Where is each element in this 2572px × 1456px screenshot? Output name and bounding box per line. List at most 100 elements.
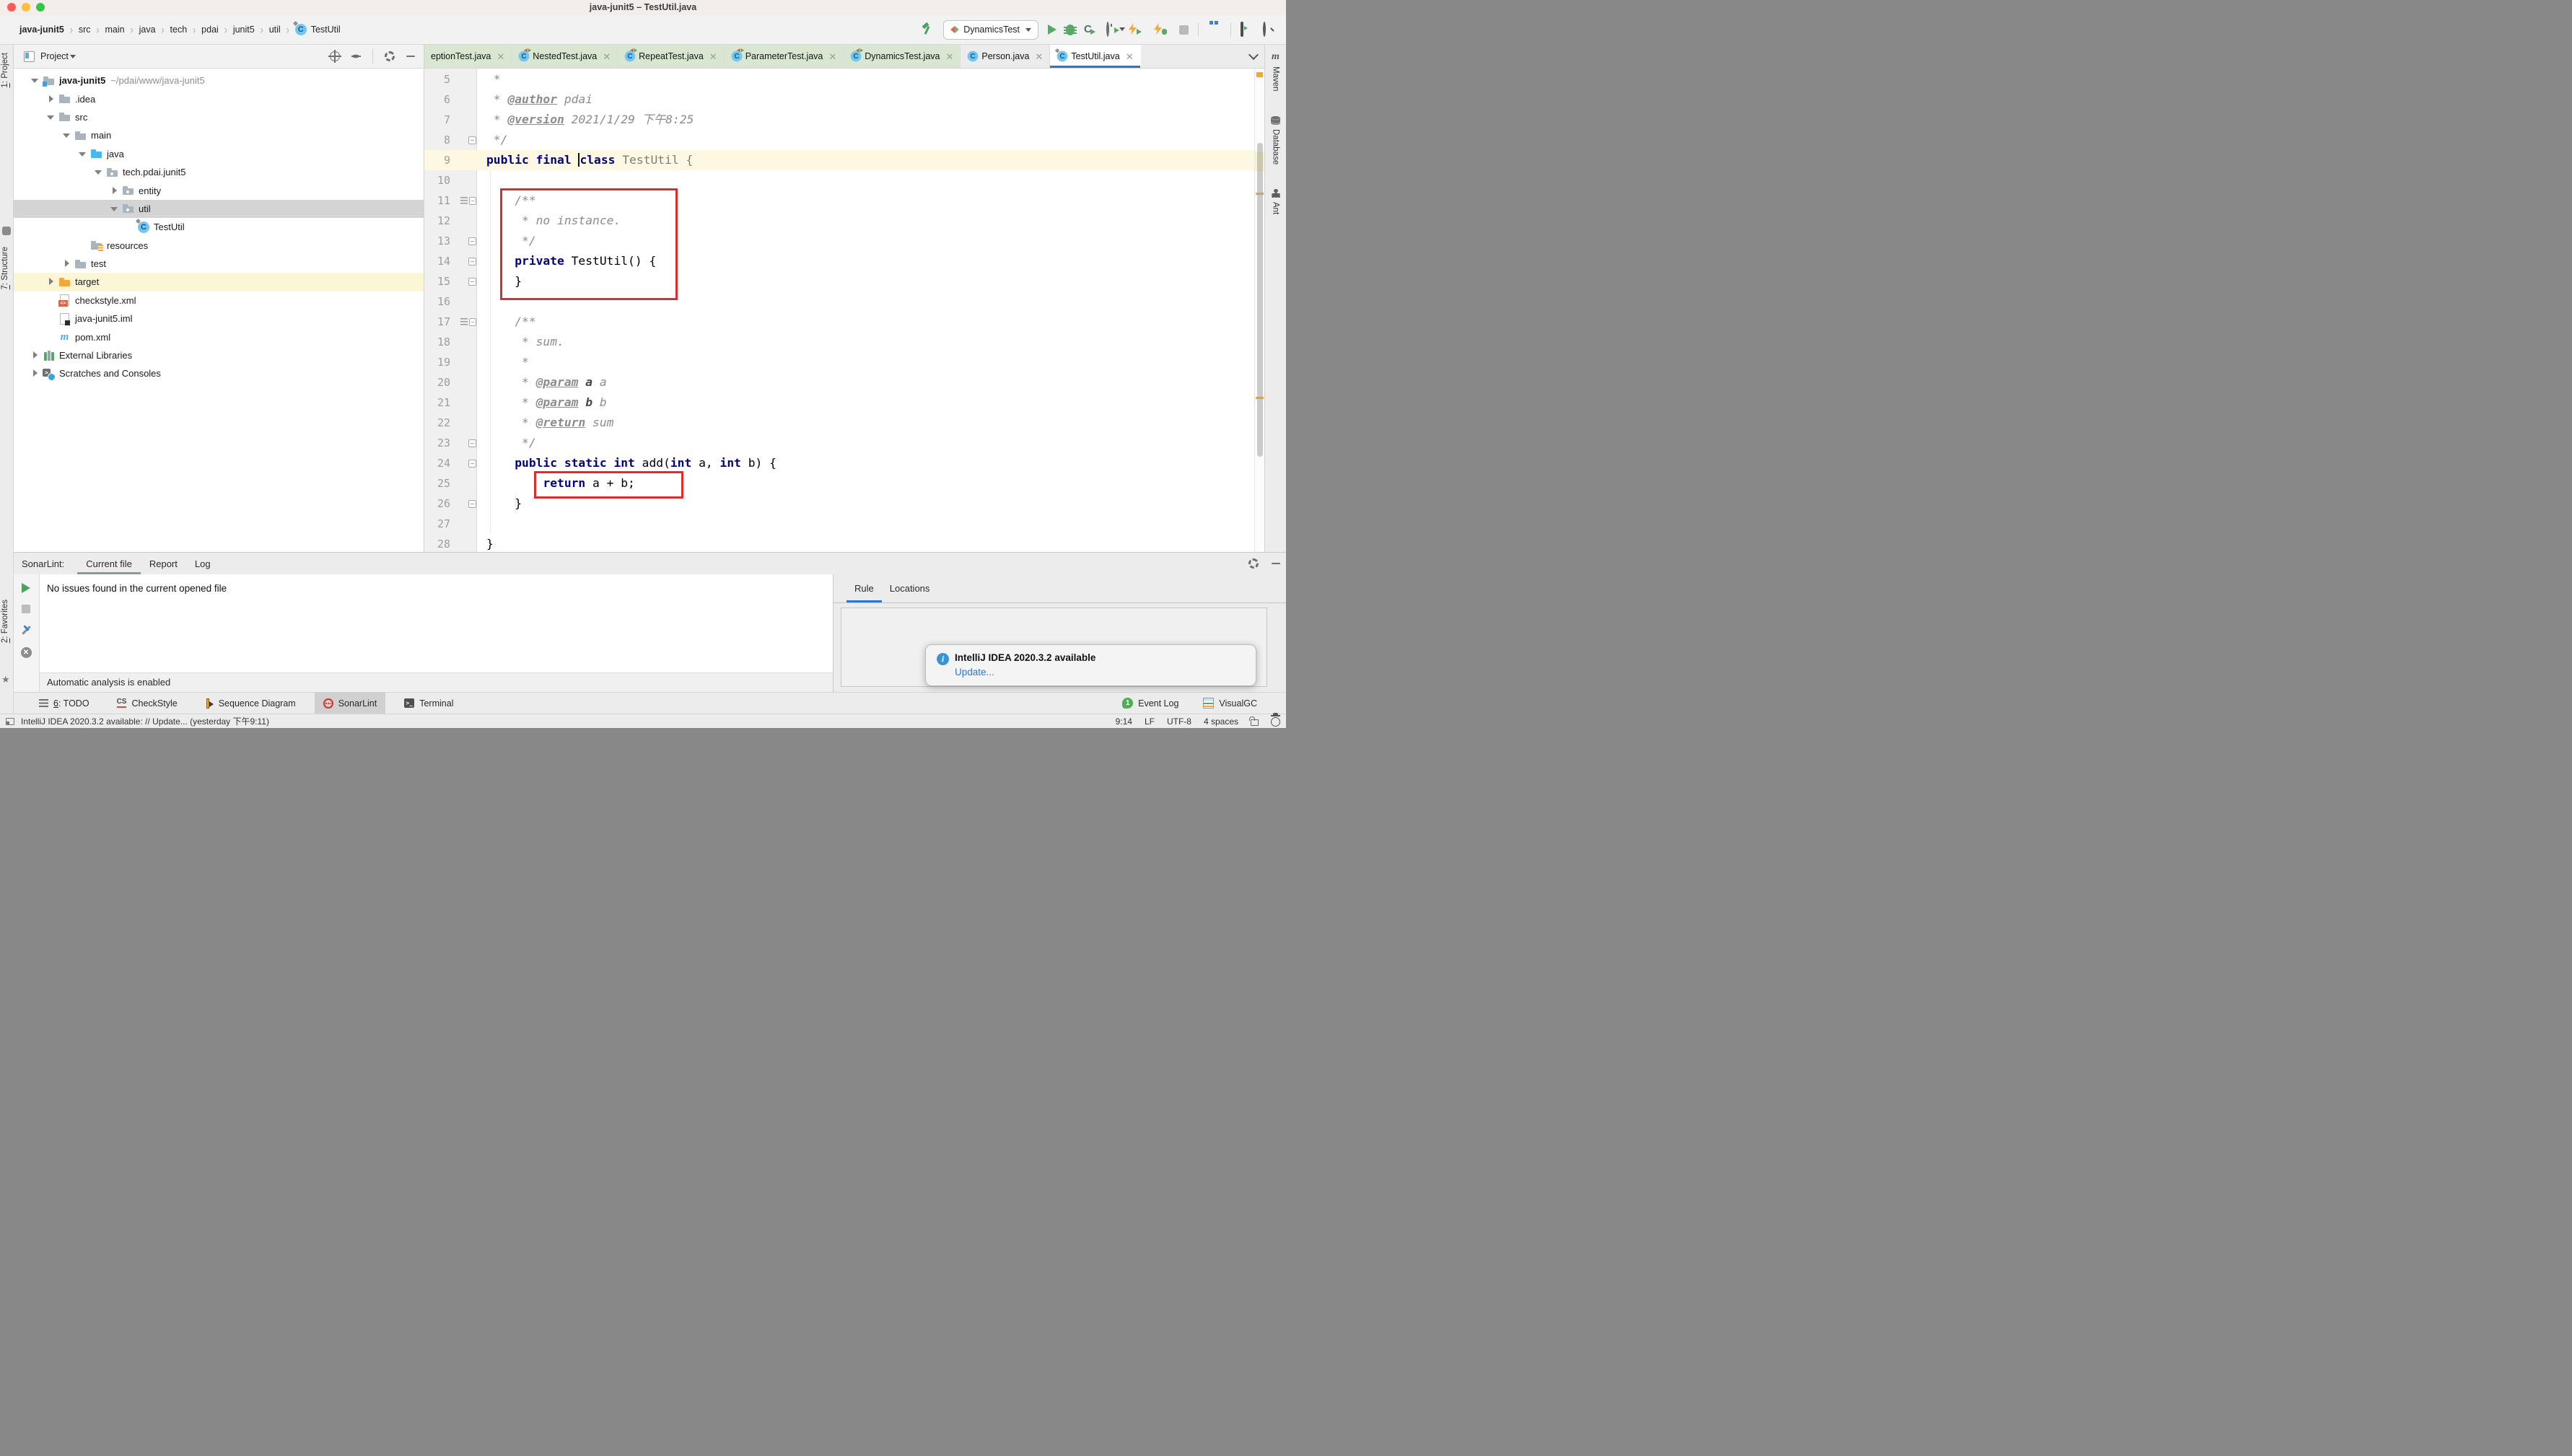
gear-icon[interactable] — [1248, 558, 1259, 569]
line-number[interactable]: 24 — [424, 453, 460, 473]
tree-expand-arrow[interactable] — [62, 259, 71, 268]
close-tab-icon[interactable]: ✕ — [1126, 52, 1134, 61]
project-structure-icon[interactable] — [1208, 23, 1221, 36]
close-window-button[interactable] — [7, 3, 16, 12]
tree-row-java[interactable]: java — [14, 145, 424, 163]
tab-report[interactable]: Report — [141, 553, 186, 574]
stop-analysis-icon[interactable] — [22, 605, 30, 613]
readonly-lock-icon[interactable] — [1251, 719, 1259, 726]
indent-setting[interactable]: 4 spaces — [1204, 716, 1238, 727]
tree-row-tech-pdai-junit5[interactable]: tech.pdai.junit5 — [14, 163, 424, 181]
tool-window-switcher-icon[interactable] — [6, 718, 14, 725]
editor-tab-repeattest-java[interactable]: CRepeatTest.java✕ — [618, 45, 725, 68]
tree-expand-arrow[interactable] — [30, 369, 40, 378]
close-tab-icon[interactable]: ✕ — [945, 52, 953, 61]
tree-row--idea[interactable]: .idea — [14, 89, 424, 108]
line-number[interactable]: 8 — [424, 130, 460, 150]
breadcrumb-item[interactable]: java — [139, 25, 156, 35]
minimize-window-button[interactable] — [22, 3, 30, 12]
close-tab-icon[interactable]: ✕ — [497, 52, 504, 61]
run-configuration-select[interactable]: DynamicsTest — [943, 20, 1038, 40]
stripe-favorites-button[interactable]: 2: Favorites — [1, 600, 9, 643]
code-line[interactable]: 8 */ — [424, 130, 1254, 150]
line-number[interactable]: 20 — [424, 372, 460, 392]
code-line[interactable]: 20 * @param a a — [424, 372, 1254, 392]
tab-locations[interactable]: Locations — [882, 574, 938, 602]
editor-tab-eptiontest-java[interactable]: eptionTest.java✕ — [424, 45, 512, 68]
line-number[interactable]: 26 — [424, 494, 460, 514]
code-line[interactable]: 21 * @param b b — [424, 392, 1254, 413]
breadcrumb-item[interactable]: junit5 — [233, 25, 255, 35]
breadcrumb-item[interactable]: tech — [170, 25, 188, 35]
code-line[interactable]: 7 * @version 2021/1/29 下午8:25 — [424, 110, 1254, 130]
toolwindow-button-visualgc[interactable]: VisualGC — [1194, 693, 1266, 714]
line-number[interactable]: 12 — [424, 211, 460, 231]
tree-row-checkstyle-xml[interactable]: <>checkstyle.xml — [14, 291, 424, 310]
doc-comment-icon[interactable] — [460, 318, 468, 325]
fold-marker-icon[interactable] — [468, 460, 476, 468]
line-number[interactable]: 18 — [424, 332, 460, 352]
tab-log[interactable]: Log — [186, 553, 219, 574]
line-number[interactable]: 9 — [424, 150, 460, 170]
doc-comment-icon[interactable] — [460, 197, 468, 204]
status-message[interactable]: IntelliJ IDEA 2020.3.2 available: // Upd… — [21, 715, 269, 727]
tree-expand-arrow[interactable] — [62, 131, 71, 140]
code-line[interactable]: 19 * — [424, 352, 1254, 372]
chevron-down-icon[interactable] — [70, 55, 76, 61]
run-anything-icon[interactable] — [1241, 23, 1254, 36]
code-line[interactable]: 18 * sum. — [424, 332, 1254, 352]
line-number[interactable]: 13 — [424, 231, 460, 251]
stripe-ant-button[interactable]: Ant — [1271, 189, 1281, 214]
editor-tab-parametertest-java[interactable]: CParameterTest.java✕ — [725, 45, 844, 68]
scrollbar-thumb[interactable] — [1257, 143, 1263, 457]
tree-expand-arrow[interactable] — [78, 149, 87, 159]
run-with-coverage-button[interactable]: C — [1084, 23, 1097, 36]
code-line[interactable]: 22 * @return sum — [424, 413, 1254, 433]
tree-row-scratches-and-consoles[interactable]: >Scratches and Consoles — [14, 364, 424, 382]
line-separator[interactable]: LF — [1145, 716, 1155, 727]
tree-expand-arrow[interactable] — [94, 167, 103, 177]
tree-row-test[interactable]: test — [14, 255, 424, 273]
tree-row-pom-xml[interactable]: mpom.xml — [14, 328, 424, 346]
fold-marker-icon[interactable] — [468, 237, 476, 245]
line-number[interactable]: 15 — [424, 271, 460, 291]
analyze-play-icon[interactable] — [22, 583, 30, 593]
code-line[interactable]: 10 — [424, 170, 1254, 190]
tree-row-testutil[interactable]: CTestUtil — [14, 218, 424, 236]
tree-row-target[interactable]: target — [14, 273, 424, 291]
line-number[interactable]: 6 — [424, 89, 460, 110]
line-number[interactable]: 23 — [424, 433, 460, 453]
fold-marker-icon[interactable] — [468, 500, 476, 508]
zoom-window-button[interactable] — [36, 3, 45, 12]
close-tab-icon[interactable]: ✕ — [603, 52, 611, 61]
tab-current-file[interactable]: Current file — [77, 553, 141, 574]
line-number[interactable]: 10 — [424, 170, 460, 190]
toolwindow-button-sonarlint[interactable]: SonarLint — [315, 693, 386, 714]
project-view-selector[interactable]: Project — [40, 51, 69, 61]
breadcrumb-item[interactable]: java-junit5 — [19, 25, 64, 35]
structure-tool-icon[interactable] — [2, 227, 11, 235]
favorites-star-icon[interactable]: ★ — [1, 674, 10, 685]
clear-icon[interactable]: ✕ — [21, 647, 32, 658]
file-encoding[interactable]: UTF-8 — [1167, 716, 1191, 727]
hidden-tabs-chevron[interactable] — [1243, 45, 1264, 68]
code-line[interactable]: 17 /** — [424, 312, 1254, 332]
select-opened-file-icon[interactable] — [330, 51, 340, 61]
code-line[interactable]: 5 * — [424, 69, 1254, 89]
line-number[interactable]: 28 — [424, 534, 460, 552]
close-tab-icon[interactable]: ✕ — [828, 52, 836, 61]
code-line[interactable]: 9public final class TestUtil { — [424, 150, 1254, 170]
tree-row-util[interactable]: util — [14, 200, 424, 218]
tree-row-java-junit5[interactable]: java-junit5~/pdai/www/java-junit5 — [14, 71, 424, 89]
code-editor[interactable]: 5 *6 * @author pdai7 * @version 2021/1/2… — [424, 69, 1264, 552]
tree-expand-arrow[interactable] — [46, 277, 56, 286]
tree-row-src[interactable]: src — [14, 108, 424, 126]
collapse-all-icon[interactable] — [351, 51, 361, 61]
toolwindow-button-event-log[interactable]: 1Event Log — [1114, 693, 1187, 714]
toolwindow-button-terminal[interactable]: >_Terminal — [395, 693, 462, 714]
line-number[interactable]: 11 — [424, 190, 460, 211]
editor-tab-testutil-java[interactable]: CTestUtil.java✕ — [1050, 45, 1140, 68]
debug-lightning-button[interactable] — [1154, 23, 1170, 36]
breadcrumb-item[interactable]: src — [79, 25, 91, 35]
run-lightning-button[interactable] — [1129, 23, 1145, 36]
